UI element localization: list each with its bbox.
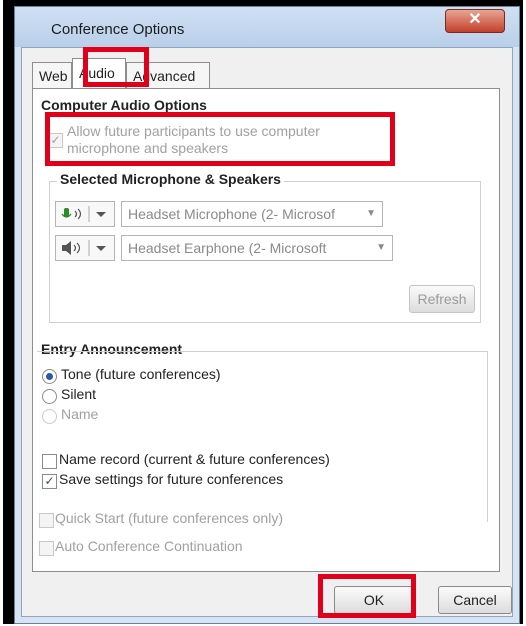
speaker-icon: [62, 240, 106, 256]
radio-tone-label: Tone (future conferences): [61, 366, 221, 382]
conference-options-dialog: Conference Options ✕ Web Audio Advanced …: [14, 6, 520, 624]
auto-continuation-label: Auto Conference Continuation: [55, 538, 243, 554]
close-button[interactable]: ✕: [445, 9, 505, 33]
speaker-select[interactable]: Headset Earphone (2- Microsoft ▼: [121, 235, 393, 261]
tab-label: Web: [39, 68, 68, 84]
refresh-button[interactable]: Refresh: [409, 285, 475, 313]
devices-heading: Selected Microphone & Speakers: [57, 171, 284, 187]
radio-name[interactable]: [42, 409, 57, 424]
radio-name-label: Name: [61, 406, 99, 422]
chevron-down-icon: ▼: [366, 208, 376, 219]
tab-web[interactable]: Web: [32, 62, 72, 88]
cancel-button[interactable]: Cancel: [438, 586, 512, 614]
computer-audio-heading: Computer Audio Options: [41, 97, 207, 113]
microphone-select[interactable]: Headset Microphone (2- Microsof ▼: [121, 201, 383, 227]
microphone-select-value: Headset Microphone (2- Microsof: [128, 206, 335, 222]
highlight-allow-checkbox: [45, 112, 395, 166]
radio-tone[interactable]: [42, 369, 57, 384]
microphone-icon: [61, 206, 106, 222]
microphone-device-button[interactable]: [55, 201, 115, 227]
save-settings-label: Save settings for future conferences: [59, 471, 284, 487]
name-record-checkbox[interactable]: [42, 454, 57, 469]
auto-continuation-checkbox[interactable]: [39, 541, 54, 556]
radio-silent[interactable]: [42, 389, 57, 404]
speaker-select-value: Headset Earphone (2- Microsoft: [128, 240, 327, 256]
window-title: Conference Options: [51, 21, 185, 38]
name-record-label: Name record (current & future conference…: [59, 451, 330, 467]
highlight-ok-button: [318, 574, 416, 618]
quick-start-checkbox[interactable]: [39, 513, 54, 528]
title-bar: Conference Options ✕: [15, 7, 519, 47]
close-icon: ✕: [468, 11, 482, 28]
quick-start-label: Quick Start (future conferences only): [55, 510, 283, 526]
save-settings-checkbox[interactable]: ✓: [42, 474, 57, 489]
chevron-down-icon: ▼: [376, 242, 386, 253]
radio-silent-label: Silent: [61, 386, 97, 402]
highlight-audio-tab: [83, 47, 149, 87]
speaker-device-button[interactable]: [55, 235, 115, 261]
